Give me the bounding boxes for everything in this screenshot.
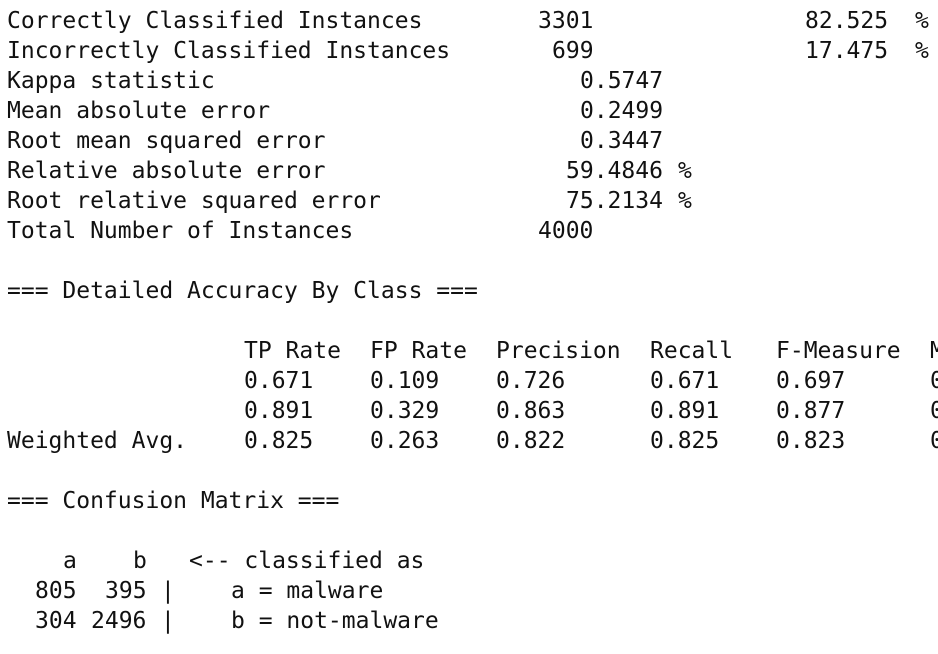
accuracy-cell: 0 — [930, 398, 938, 424]
summary-value: 0.3447 — [580, 128, 664, 154]
accuracy-cell: 0.671 — [244, 368, 314, 394]
summary-label: Kappa statistic — [7, 68, 215, 94]
summary-value: 4000 — [538, 218, 594, 244]
accuracy-cell: 0.263 — [370, 428, 440, 454]
accuracy-header: F-Measure — [776, 338, 901, 364]
summary-label: Mean absolute error — [7, 98, 271, 124]
summary-value: 75.2134 — [566, 188, 663, 214]
confusion-heading: === Confusion Matrix === — [7, 488, 340, 514]
summary-label: Relative absolute error — [7, 158, 326, 184]
accuracy-cell: 0.825 — [244, 428, 314, 454]
confusion-legend: b = not-malware — [231, 608, 439, 634]
accuracy-cell: 0.697 — [776, 368, 846, 394]
confusion-separator: | — [161, 578, 175, 604]
accuracy-header: TP Rate — [244, 338, 341, 364]
summary-value: 0.2499 — [580, 98, 664, 124]
accuracy-cell: 0.891 — [244, 398, 314, 424]
summary-label: Total Number of Instances — [7, 218, 354, 244]
summary-percent: 82.525 — [805, 8, 889, 34]
accuracy-cell: 0 — [930, 368, 938, 394]
summary-value: 0.5747 — [580, 68, 664, 94]
summary-unit: % — [678, 158, 692, 184]
accuracy-cell: 0.825 — [650, 428, 720, 454]
confusion-legend: a = malware — [231, 578, 384, 604]
summary-unit: % — [915, 8, 929, 34]
accuracy-header: Recall — [650, 338, 734, 364]
accuracy-cell: 0.891 — [650, 398, 720, 424]
accuracy-cell: 0.823 — [776, 428, 846, 454]
weka-output-panel: Correctly Classified Instances 3301 82.5… — [0, 0, 938, 654]
accuracy-heading: === Detailed Accuracy By Class === — [7, 278, 478, 304]
confusion-arrow-label: <-- classified as — [189, 548, 425, 574]
summary-value: 3301 — [538, 8, 594, 34]
accuracy-cell: 0.671 — [650, 368, 720, 394]
summary-unit: % — [678, 188, 692, 214]
confusion-col-b: b — [133, 548, 147, 574]
confusion-cell: 805 — [35, 578, 77, 604]
accuracy-cell: 0 — [930, 428, 938, 454]
confusion-col-a: a — [63, 548, 77, 574]
confusion-cell: 2496 — [91, 608, 147, 634]
accuracy-row-label: Weighted Avg. — [7, 428, 188, 454]
accuracy-header: M — [930, 338, 938, 364]
summary-label: Root relative squared error — [7, 188, 381, 214]
accuracy-header: FP Rate — [370, 338, 467, 364]
confusion-cell: 395 — [105, 578, 147, 604]
summary-value: 699 — [552, 38, 594, 64]
summary-value: 59.4846 — [566, 158, 663, 184]
summary-percent: 17.475 — [805, 38, 889, 64]
summary-label: Correctly Classified Instances — [7, 8, 423, 34]
accuracy-header: Precision — [496, 338, 621, 364]
summary-unit: % — [915, 38, 929, 64]
accuracy-cell: 0.863 — [496, 398, 566, 424]
accuracy-cell: 0.726 — [496, 368, 566, 394]
confusion-separator: | — [161, 608, 175, 634]
accuracy-cell: 0.877 — [776, 398, 846, 424]
confusion-cell: 304 — [35, 608, 77, 634]
accuracy-cell: 0.329 — [370, 398, 440, 424]
accuracy-cell: 0.109 — [370, 368, 440, 394]
accuracy-cell: 0.822 — [496, 428, 566, 454]
summary-label: Root mean squared error — [7, 128, 326, 154]
summary-label: Incorrectly Classified Instances — [7, 38, 451, 64]
